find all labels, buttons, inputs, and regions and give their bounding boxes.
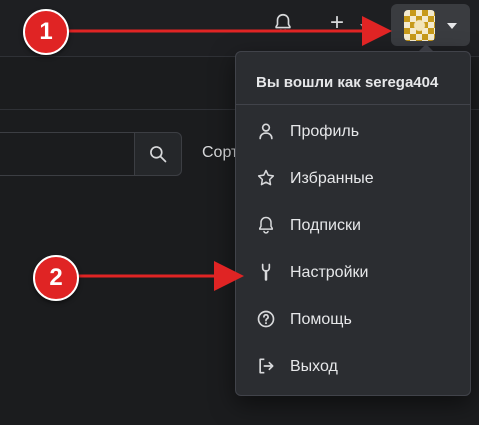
- annotation-badge-1: 1: [23, 9, 69, 55]
- annotation-badge-2: 2: [33, 255, 79, 301]
- annotation-arrows: [66, 16, 392, 291]
